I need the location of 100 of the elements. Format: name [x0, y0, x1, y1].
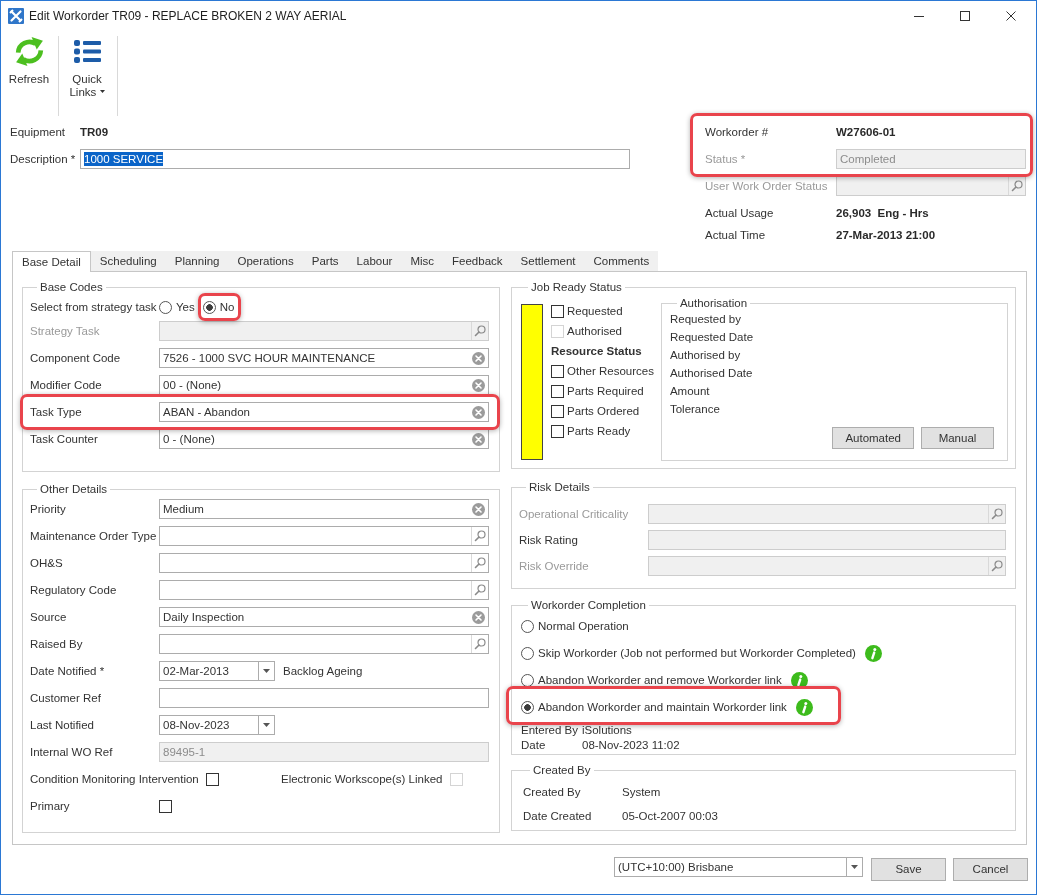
radio-button[interactable] — [202, 300, 216, 314]
close-icon — [1006, 11, 1016, 21]
date-field[interactable]: 08-Nov-2023 — [159, 715, 275, 736]
radio-button[interactable] — [159, 300, 172, 314]
checkbox[interactable] — [551, 364, 564, 378]
group-title: Risk Details — [528, 480, 591, 494]
radio-label[interactable]: No — [219, 300, 235, 315]
tab[interactable]: Base Detail — [12, 251, 91, 272]
field-label: Actual Time — [705, 227, 767, 243]
lookup-field[interactable] — [159, 526, 489, 547]
field-label: Regulatory Code — [30, 583, 118, 598]
tab[interactable]: Comments — [584, 251, 659, 271]
lookup-field[interactable] — [159, 580, 489, 601]
search-icon[interactable] — [471, 581, 488, 600]
field-label: Last Notified — [30, 718, 95, 733]
group-title: Workorder Completion — [530, 598, 647, 612]
dialog-button[interactable]: Cancel — [953, 858, 1028, 881]
text-field[interactable]: 00 - (None) — [159, 375, 489, 396]
tab[interactable]: Labour — [347, 251, 402, 271]
text-field[interactable]: Medium — [159, 499, 489, 520]
menu-button[interactable]: Quick Links — [65, 31, 109, 99]
field-label: Created By — [523, 785, 582, 800]
checkbox-label[interactable]: Condition Monitoring Intervention — [30, 772, 199, 787]
date-field[interactable]: 02-Mar-2013 — [159, 661, 275, 682]
search-icon[interactable] — [471, 527, 488, 546]
radio-label[interactable]: Skip Workorder (Job not performed but Workorder Completed) — [538, 645, 856, 661]
checkbox[interactable] — [551, 304, 564, 318]
radio-label[interactable]: Yes — [176, 300, 195, 315]
authorisation-button[interactable]: Manual — [921, 427, 994, 449]
field-label: Description * — [10, 151, 77, 167]
clear-icon[interactable] — [472, 405, 485, 419]
lookup-field[interactable] — [159, 553, 489, 574]
clear-icon[interactable] — [472, 432, 485, 446]
field-label: Status * — [705, 151, 747, 167]
select-field[interactable]: (UTC+10:00) Brisbane — [614, 857, 863, 877]
text-field[interactable] — [648, 530, 1006, 550]
text-field[interactable]: Daily Inspection — [159, 607, 489, 628]
checkbox-label[interactable]: Requested — [567, 303, 623, 319]
checkbox[interactable] — [205, 772, 219, 786]
group-title: Authorisation — [678, 296, 749, 310]
checkbox-label[interactable]: Parts Required — [567, 383, 644, 399]
field-value: System — [622, 785, 661, 800]
field-value: 05-Oct-2007 00:03 — [622, 809, 718, 824]
group-title: Other Details — [39, 482, 109, 497]
field-value: iSolutions — [582, 723, 632, 738]
tab[interactable]: Scheduling — [90, 251, 166, 271]
field-label: Risk Override — [519, 558, 590, 574]
field-value: 08-Nov-2023 11:02 — [582, 738, 680, 753]
checkbox-label[interactable]: Parts Ordered — [567, 403, 640, 419]
lookup-field[interactable] — [159, 634, 489, 655]
field-label: Amount — [669, 384, 711, 399]
tab[interactable]: Feedback — [443, 251, 512, 271]
tab[interactable]: Settlement — [511, 251, 585, 271]
tab[interactable]: Parts — [302, 251, 348, 271]
field-value: 27-Mar-2013 21:00 — [836, 227, 936, 243]
authorisation-button[interactable]: Automated — [832, 427, 914, 449]
field-value: TR09 — [80, 124, 109, 140]
text-field[interactable] — [159, 688, 489, 709]
tab[interactable]: Misc — [401, 251, 444, 271]
tab[interactable]: Planning — [165, 251, 229, 271]
radio-label[interactable]: Abandon Workorder and remove Workorder link — [538, 672, 782, 688]
text-field[interactable]: ABAN - Abandon — [159, 402, 489, 423]
clear-icon[interactable] — [472, 378, 485, 392]
field-label: Task Counter — [30, 432, 99, 447]
checkbox[interactable] — [551, 384, 564, 398]
clear-icon[interactable] — [472, 351, 485, 365]
radio-button[interactable] — [521, 700, 534, 714]
group-title: Created By — [532, 763, 592, 777]
radio-button[interactable] — [521, 673, 534, 687]
checkbox-label[interactable]: Other Resources — [567, 363, 654, 379]
refresh-button[interactable]: Refresh — [8, 31, 50, 86]
text-field[interactable]: 0 - (None) — [159, 429, 489, 450]
checkbox[interactable] — [159, 799, 172, 813]
dialog-button[interactable]: Save — [871, 858, 946, 881]
checkbox[interactable] — [551, 404, 564, 418]
search-icon[interactable] — [471, 635, 488, 654]
field-label: Backlog Ageing — [283, 664, 363, 679]
field-label: Authorised Date — [669, 366, 754, 381]
radio-button[interactable] — [521, 619, 534, 633]
field-label: Entered By — [521, 723, 579, 738]
checkbox-label[interactable]: Parts Ready — [567, 423, 631, 439]
field-label: Workorder # — [705, 124, 770, 140]
radio-button[interactable] — [521, 646, 534, 660]
field-label: User Work Order Status — [705, 178, 829, 194]
text-field[interactable]: 7526 - 1000 SVC HOUR MAINTENANCE — [159, 348, 489, 369]
field-label: Select from strategy task — [30, 300, 158, 315]
field-label: Equipment — [10, 124, 66, 140]
radio-label[interactable]: Abandon Workorder and maintain Workorder link — [538, 699, 787, 715]
clear-icon[interactable] — [472, 502, 485, 516]
radio-label[interactable]: Normal Operation — [538, 618, 629, 634]
clear-icon[interactable] — [472, 610, 485, 624]
checkbox-label[interactable]: Primary — [30, 799, 159, 814]
field-label: Customer Ref — [30, 691, 102, 706]
text-field[interactable]: 1000 SERVICE — [80, 149, 630, 169]
tab[interactable]: Operations — [228, 251, 303, 271]
field-label: Risk Rating — [519, 532, 579, 548]
search-icon[interactable] — [471, 554, 488, 573]
field-label: Date Created — [523, 809, 593, 824]
window-title: Edit Workorder TR09 - REPLACE BROKEN 2 WAY AERIAL — [29, 8, 347, 24]
checkbox[interactable] — [551, 424, 564, 438]
